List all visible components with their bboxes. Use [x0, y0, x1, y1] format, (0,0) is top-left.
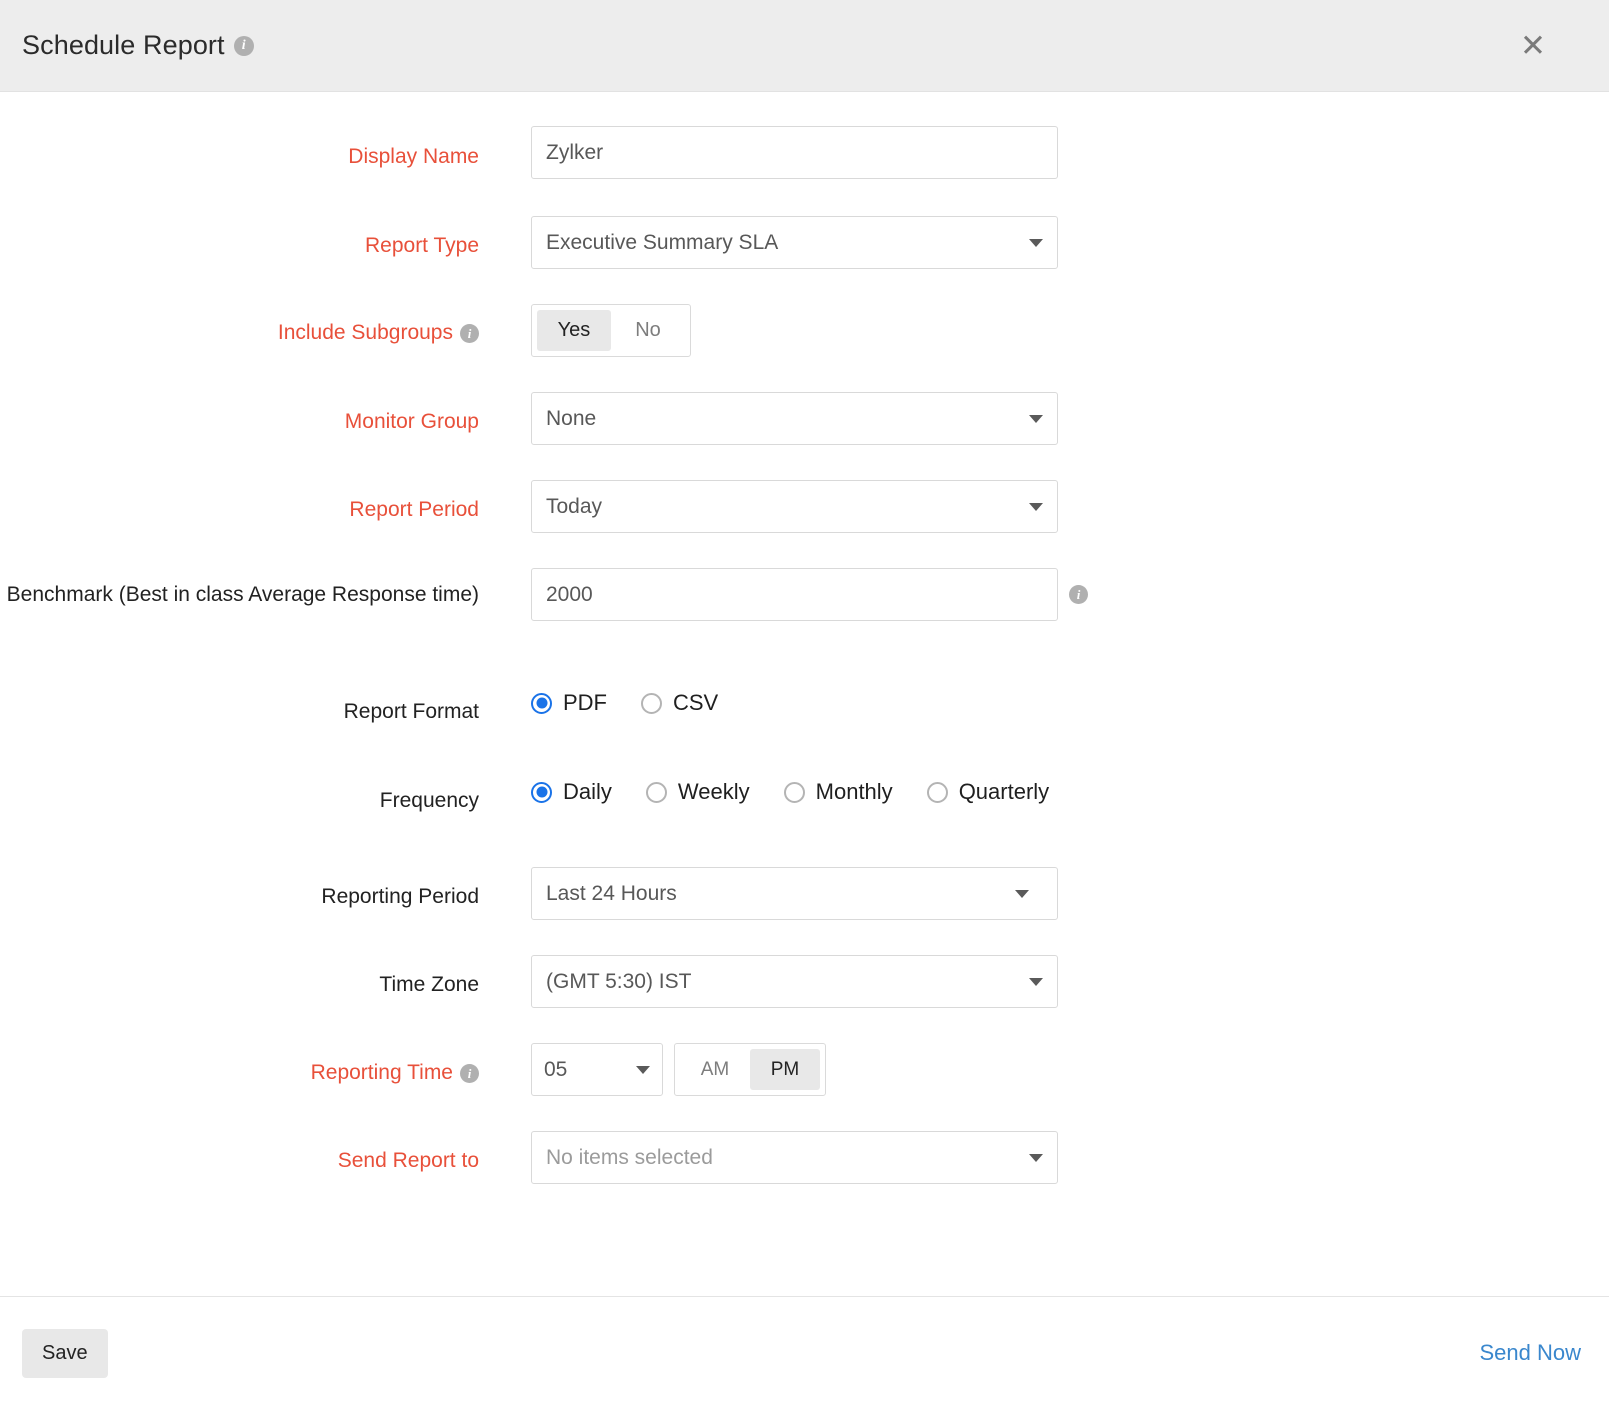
- label-time-zone: Time Zone: [0, 955, 479, 1015]
- field-monitor-group: None: [479, 392, 1058, 445]
- label-monitor-group: Monitor Group: [0, 392, 479, 452]
- frequency-radio-group: Daily Weekly Monthly Quarterly: [531, 779, 1049, 805]
- send-report-to-value: No items selected: [546, 1146, 1021, 1170]
- field-report-period: Today: [479, 480, 1058, 533]
- field-frequency: Daily Weekly Monthly Quarterly: [479, 779, 1049, 805]
- field-send-report-to: No items selected: [479, 1131, 1058, 1184]
- label-report-format: Report Format: [0, 690, 479, 734]
- report-period-value: Today: [546, 495, 1021, 519]
- chevron-down-icon: [1015, 890, 1029, 898]
- field-report-type: Executive Summary SLA: [479, 216, 1058, 269]
- reporting-time-hour-value: 05: [544, 1058, 628, 1082]
- row-report-format: Report Format PDF CSV: [0, 690, 1609, 779]
- reporting-period-select[interactable]: Last 24 Hours: [531, 867, 1058, 920]
- row-monitor-group: Monitor Group None: [0, 392, 1609, 480]
- row-reporting-period: Reporting Period Last 24 Hours: [0, 867, 1609, 955]
- field-benchmark: i: [479, 568, 1088, 621]
- chevron-down-icon: [1029, 415, 1043, 423]
- chevron-down-icon: [1029, 978, 1043, 986]
- reporting-time-hour-select[interactable]: 05: [531, 1043, 663, 1096]
- radio-icon: [784, 782, 805, 803]
- form-body: Display Name Report Type Executive Summa…: [0, 92, 1609, 1296]
- row-report-type: Report Type Executive Summary SLA: [0, 216, 1609, 304]
- frequency-option-monthly[interactable]: Monthly: [784, 779, 893, 805]
- field-include-subgroups: Yes No: [479, 304, 691, 357]
- meridiem-option-pm[interactable]: PM: [750, 1049, 820, 1090]
- row-display-name: Display Name: [0, 126, 1609, 216]
- field-report-format: PDF CSV: [479, 690, 718, 716]
- monitor-group-select[interactable]: None: [531, 392, 1058, 445]
- row-time-zone: Time Zone (GMT 5:30) IST: [0, 955, 1609, 1043]
- time-zone-select[interactable]: (GMT 5:30) IST: [531, 955, 1058, 1008]
- report-format-option-csv[interactable]: CSV: [641, 690, 718, 716]
- radio-icon: [646, 782, 667, 803]
- report-format-option-pdf[interactable]: PDF: [531, 690, 607, 716]
- time-zone-value: (GMT 5:30) IST: [546, 970, 1021, 994]
- close-icon[interactable]: ✕: [1513, 26, 1553, 66]
- chevron-down-icon: [1029, 503, 1043, 511]
- report-type-value: Executive Summary SLA: [546, 231, 1021, 255]
- report-type-select[interactable]: Executive Summary SLA: [531, 216, 1058, 269]
- label-report-type: Report Type: [0, 216, 479, 276]
- label-send-report-to: Send Report to: [0, 1131, 479, 1191]
- include-subgroups-toggle[interactable]: Yes No: [531, 304, 691, 357]
- dialog-footer: Save Send Now: [0, 1296, 1609, 1409]
- save-button[interactable]: Save: [22, 1329, 108, 1378]
- schedule-report-dialog: Schedule Report i ✕ Display Name Report …: [0, 0, 1609, 1409]
- label-frequency: Frequency: [0, 779, 479, 823]
- report-format-radio-group: PDF CSV: [531, 690, 718, 716]
- row-report-period: Report Period Today: [0, 480, 1609, 568]
- radio-icon: [641, 693, 662, 714]
- label-include-subgroups: Include Subgroups i: [0, 304, 479, 362]
- dialog-header: Schedule Report i ✕: [0, 0, 1609, 92]
- label-reporting-period: Reporting Period: [0, 867, 479, 927]
- row-frequency: Frequency Daily Weekly Monthly: [0, 779, 1609, 867]
- row-include-subgroups: Include Subgroups i Yes No: [0, 304, 1609, 392]
- reporting-period-value: Last 24 Hours: [546, 882, 1007, 906]
- field-reporting-period: Last 24 Hours: [479, 867, 1058, 920]
- row-send-report-to: Send Report to No items selected: [0, 1131, 1609, 1219]
- label-reporting-time: Reporting Time i: [0, 1043, 479, 1103]
- label-display-name: Display Name: [0, 126, 479, 188]
- report-period-select[interactable]: Today: [531, 480, 1058, 533]
- monitor-group-value: None: [546, 407, 1021, 431]
- chevron-down-icon: [1029, 1154, 1043, 1162]
- frequency-option-quarterly[interactable]: Quarterly: [927, 779, 1049, 805]
- radio-icon: [531, 693, 552, 714]
- frequency-option-daily[interactable]: Daily: [531, 779, 612, 805]
- include-subgroups-option-no[interactable]: No: [611, 310, 685, 351]
- reporting-time-info-icon[interactable]: i: [460, 1064, 479, 1083]
- frequency-option-weekly[interactable]: Weekly: [646, 779, 750, 805]
- field-time-zone: (GMT 5:30) IST: [479, 955, 1058, 1008]
- display-name-input[interactable]: [531, 126, 1058, 179]
- include-subgroups-option-yes[interactable]: Yes: [537, 310, 611, 351]
- radio-icon: [927, 782, 948, 803]
- chevron-down-icon: [636, 1066, 650, 1074]
- row-reporting-time: Reporting Time i 05 AM PM: [0, 1043, 1609, 1131]
- chevron-down-icon: [1029, 239, 1043, 247]
- label-report-period: Report Period: [0, 480, 479, 540]
- title-info-icon[interactable]: i: [234, 36, 254, 56]
- send-now-link[interactable]: Send Now: [1479, 1340, 1581, 1366]
- title-wrap: Schedule Report i: [22, 30, 1513, 61]
- benchmark-info-icon[interactable]: i: [1069, 585, 1088, 604]
- field-reporting-time: 05 AM PM: [479, 1043, 826, 1096]
- send-report-to-select[interactable]: No items selected: [531, 1131, 1058, 1184]
- row-benchmark: Benchmark (Best in class Average Respons…: [0, 568, 1609, 690]
- benchmark-input[interactable]: [531, 568, 1058, 621]
- radio-icon: [531, 782, 552, 803]
- page-title: Schedule Report: [22, 30, 225, 61]
- label-benchmark: Benchmark (Best in class Average Respons…: [0, 568, 479, 662]
- include-subgroups-info-icon[interactable]: i: [460, 324, 479, 343]
- meridiem-option-am[interactable]: AM: [680, 1049, 750, 1090]
- reporting-time-meridiem-toggle[interactable]: AM PM: [674, 1043, 826, 1096]
- field-display-name: [479, 126, 1058, 179]
